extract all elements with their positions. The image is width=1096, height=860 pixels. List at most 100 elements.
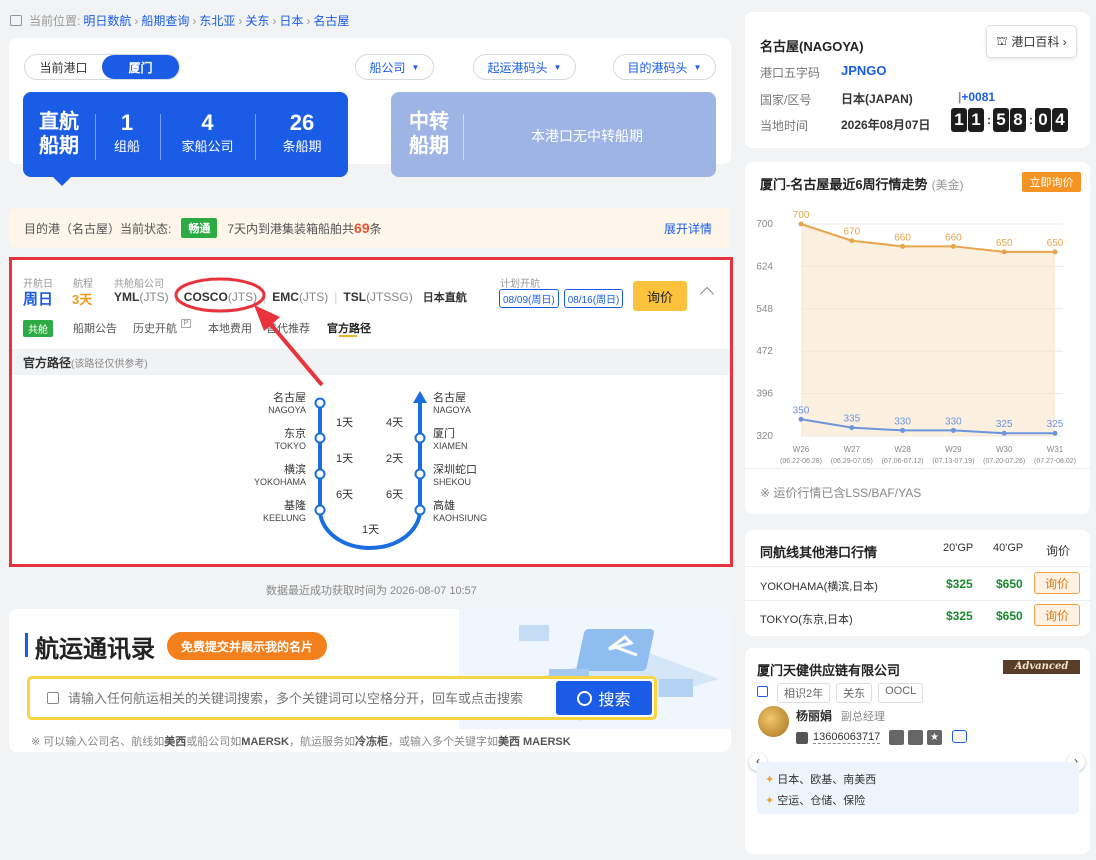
destination-status-bar: 目的港（名古屋）当前状态: 畅通 7天内到港集装箱船舶共 69 条 展开详情 [10,208,730,248]
x-tick-date: (07.27-08.02) [1034,458,1076,465]
transfer-schedule-panel[interactable]: 中转 船期 本港口无中转船期 [391,92,716,177]
data-label: 660 [894,232,911,243]
breadcrumb-area[interactable]: 关东 [245,12,269,29]
transit-days: 3天 [72,292,93,307]
expand-details-link[interactable]: 展开详情 [664,220,712,237]
x-tick-date: (06.29-07.05) [831,458,873,465]
transfer-message: 本港口无中转船期 [531,128,643,144]
submit-card-button[interactable]: 免费提交并展示我的名片 [167,632,328,660]
directory-search-input[interactable] [68,685,548,711]
qq-icon[interactable] [889,730,904,745]
active-tab-indicator [339,335,357,337]
data-label: 350 [793,405,810,416]
x-tick-date: (07.13-07.19) [932,458,974,465]
data-point [1001,430,1007,436]
inquiry-button[interactable]: 询价 [633,281,687,311]
planned-dates: 08/09(周日) 08/16(周日) [499,289,624,308]
label-transit: 航程 [73,279,93,290]
leg-days: 2天 [386,453,404,465]
data-point [950,427,956,433]
y-tick-label: 548 [756,304,773,315]
leg-days: 4天 [386,417,404,429]
country-label: 国家/区号 [760,93,812,107]
breadcrumb-region[interactable]: 东北亚 [199,12,235,29]
breadcrumb-schedule[interactable]: 船期查询 [141,12,189,29]
segment-xiamen[interactable]: 厦门 [102,55,179,79]
price-20gp: $325 [946,609,973,623]
date-chip[interactable]: 08/09(周日) [499,289,559,308]
port-info-card: 名古屋(NAGOYA) ⛫ 港口百科 › 港口五字码 JPNGO 国家/区号 日本… [745,12,1090,148]
rate-note: ※ 运价行情已含LSS/BAF/YAS [760,486,922,500]
breadcrumb-port[interactable]: 名古屋 [313,12,349,29]
route-port: 高雄 KAOHSIUNG [433,500,488,523]
route-type: 日本直航 [422,292,467,304]
avatar[interactable] [758,706,789,737]
y-tick-label: 700 [756,219,773,230]
trend-title: 厦门-名古屋最近6周行情走势 (美金) [760,177,964,192]
code-label: 港口五字码 [760,66,821,80]
company-tags: 相识2年 关东 OOCL [777,683,924,703]
star-icon[interactable]: ★ [927,730,942,745]
row-inquiry-button[interactable]: 询价 [1034,572,1080,594]
data-point [950,243,956,249]
price-20gp: $325 [946,577,973,591]
contact-name: 杨丽娟 [796,709,833,723]
port-segment[interactable]: 当前港口 厦门 [24,54,180,80]
chat-icon[interactable] [952,730,967,743]
row-inquiry-button[interactable]: 询价 [1034,604,1080,626]
carrier-tsl[interactable]: TSL(JTSSG) [343,290,412,304]
company-name[interactable]: 厦门天健供应链有限公司 [757,660,900,679]
local-clock: 11: 58: 04 [951,108,1069,132]
phone-icon [796,732,808,744]
x-tick-label: W31 [1047,445,1064,454]
segment-current-port[interactable]: 当前港口 [25,55,102,79]
date-chip[interactable]: 08/16(周日) [563,289,624,308]
x-tick-date: (06.22-06.28) [780,458,822,465]
service-line: ✦ 空运、仓储、保险 [765,795,866,807]
caret-down-icon: ▼ [693,62,702,72]
y-tick-label: 320 [756,431,773,442]
same-route-card: 同航线其他港口行情 20'GP 40'GP 询价 YOKOHAMA(横滨,日本)… [745,530,1090,636]
origin-terminal-dropdown[interactable]: 起运港码头 ▼ [473,54,576,80]
breadcrumb: 当前位置: 明日数航 › 船期查询 › 东北亚 › 关东 › 日本 › 名古屋 [10,12,349,29]
carrier-yml[interactable]: YML(JTS) [114,290,169,304]
tab-notice[interactable]: 船期公告 [73,320,117,336]
direct-schedule-panel[interactable]: 直航 船期 1 组船 4 家船公司 26 条船期 [23,92,348,186]
shared-badge: 共舱 [23,320,53,337]
price-40gp: $650 [996,577,1023,591]
x-tick-label: W30 [996,445,1013,454]
dest-terminal-dropdown[interactable]: 目的港码头 ▼ [613,54,716,80]
company-card: 厦门天健供应链有限公司 Advanced 相识2年 关东 OOCL 杨丽娟 副总… [745,648,1090,854]
tag: 相识2年 [777,683,831,703]
breadcrumb-country[interactable]: 日本 [279,12,303,29]
carrier-dropdown[interactable]: 船公司 ▼ [355,54,434,80]
direct-title: 直航 船期 [39,111,79,157]
inquire-now-button[interactable]: 立即询价 [1022,172,1081,192]
route-port: 东京 TOKYO [274,428,306,451]
search-button[interactable]: 搜索 [556,681,652,715]
route-port-name: TOKYO(东京,日本) [760,614,853,626]
transfer-title: 中转 船期 [409,111,449,157]
stat-carriers: 4 家船公司 [181,110,234,154]
leg-days: 6天 [336,489,354,501]
data-point [798,416,804,422]
data-label: 650 [996,238,1013,249]
y-tick-label: 472 [756,346,773,357]
price-40gp: $650 [996,609,1023,623]
y-tick-label: 396 [756,389,773,400]
breadcrumb-home[interactable]: 明日数航 [83,12,131,29]
data-point [849,425,855,431]
leg-days: 1天 [336,453,354,465]
data-point [1052,430,1058,436]
x-tick-date: (07.20-07.26) [983,458,1025,465]
route-port: 深圳蛇口 SHEKOU [433,464,477,487]
service-line: ✦ 日本、欧基、南美西 [765,774,877,786]
data-label: 325 [1047,419,1064,430]
port-wiki-button[interactable]: ⛫ 港口百科 › [986,25,1077,58]
leg-days: 6天 [386,489,404,501]
wechat-icon[interactable] [908,730,923,745]
contact-phone[interactable]: 13606063717 [813,731,881,744]
same-route-title: 同航线其他港口行情 [760,545,878,560]
contact-role: 副总经理 [841,711,885,723]
data-point [849,238,855,244]
